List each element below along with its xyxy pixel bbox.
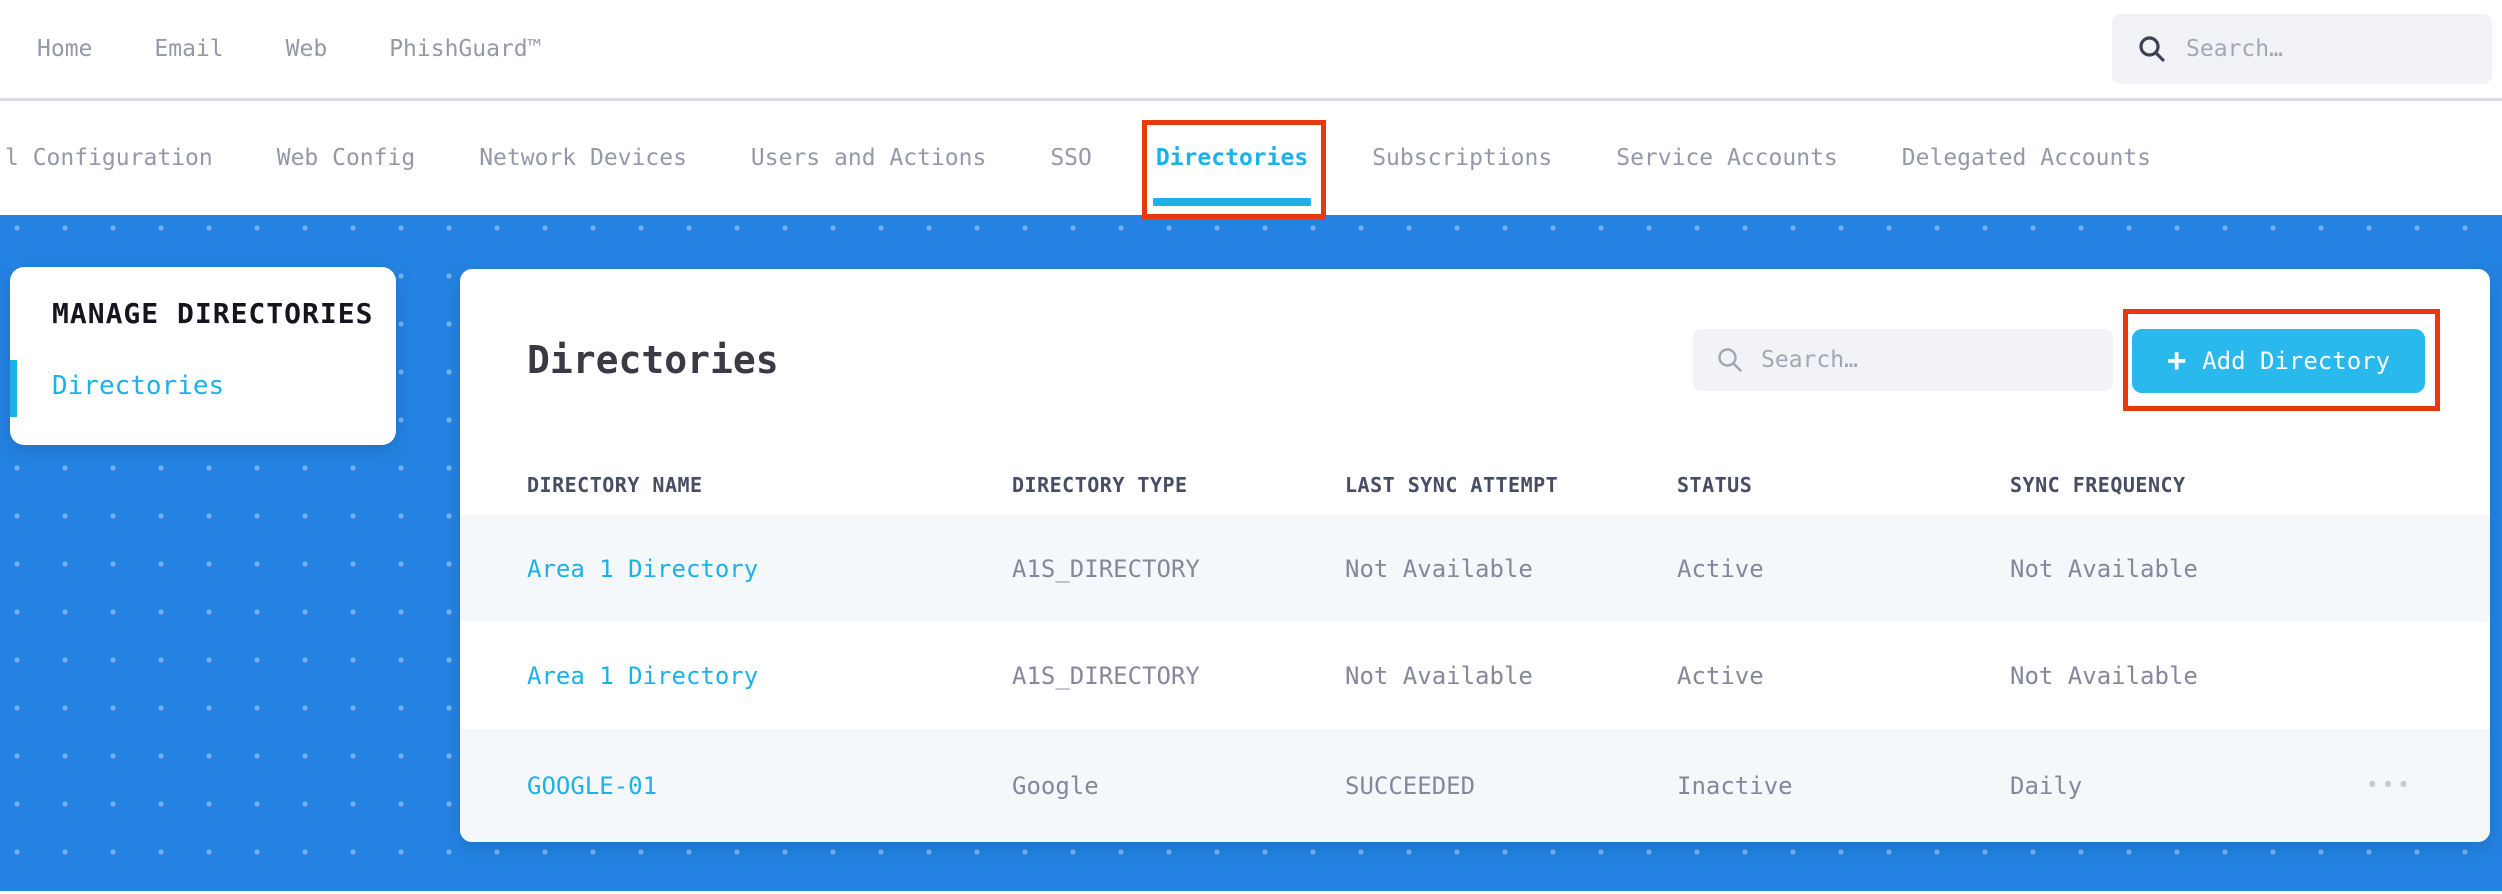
panel-header: Directories + Add Directory bbox=[460, 269, 2490, 411]
tab-subscriptions[interactable]: Subscriptions bbox=[1372, 101, 1552, 215]
table-header-row: DIRECTORY NAME DIRECTORY TYPE LAST SYNC … bbox=[460, 411, 2490, 515]
directories-search-box[interactable] bbox=[1693, 329, 2113, 391]
table-row: Area 1 Directory A1S_DIRECTORY Not Avail… bbox=[460, 622, 2490, 729]
tab-service-accounts[interactable]: Service Accounts bbox=[1616, 101, 1838, 215]
table-row: GOOGLE-01 Google SUCCEEDED Inactive Dail… bbox=[460, 729, 2490, 842]
last-sync-attempt-value: SUCCEEDED bbox=[1345, 771, 1476, 800]
sync-frequency-value: Daily bbox=[2010, 771, 2083, 800]
status-value: Inactive bbox=[1677, 771, 1793, 800]
annotation-box-add-directory: + Add Directory bbox=[2123, 309, 2440, 411]
tab-directories[interactable]: Directories bbox=[1141, 101, 1327, 219]
sync-frequency-value: Not Available bbox=[2010, 554, 2198, 583]
directory-type-value: Google bbox=[1012, 771, 1099, 800]
search-icon bbox=[2139, 36, 2165, 62]
directory-type-value: A1S_DIRECTORY bbox=[1012, 661, 1200, 690]
plus-icon: + bbox=[2166, 340, 2187, 379]
tab-delegated-accounts[interactable]: Delegated Accounts bbox=[1902, 101, 2151, 215]
column-header-last-sync-attempt: LAST SYNC ATTEMPT bbox=[1345, 473, 1559, 497]
last-sync-attempt-value: Not Available bbox=[1345, 661, 1533, 690]
last-sync-attempt-value: Not Available bbox=[1345, 554, 1533, 583]
settings-tab-bar: l Configuration Web Config Network Devic… bbox=[0, 101, 2502, 219]
sidebar-item-directories[interactable]: Directories bbox=[52, 371, 224, 401]
directory-type-value: A1S_DIRECTORY bbox=[1012, 554, 1200, 583]
directory-name-link[interactable]: Area 1 Directory bbox=[527, 555, 1012, 583]
column-header-directory-name: DIRECTORY NAME bbox=[527, 473, 703, 497]
global-search-box[interactable] bbox=[2112, 14, 2492, 84]
panel-title: Directories bbox=[527, 338, 779, 382]
manage-directories-title: MANAGE DIRECTORIES bbox=[52, 297, 374, 330]
add-directory-button-label: Add Directory bbox=[2202, 347, 2391, 375]
directory-name-link[interactable]: Area 1 Directory bbox=[527, 662, 1012, 690]
global-search-input[interactable] bbox=[2186, 36, 2468, 62]
app-window: Home Email Web PhishGuard™ l Configurati… bbox=[0, 0, 2502, 894]
search-icon bbox=[1718, 348, 1742, 372]
manage-directories-card: MANAGE DIRECTORIES Directories bbox=[10, 267, 396, 445]
nav-item-email[interactable]: Email bbox=[154, 36, 223, 62]
tab-sso[interactable]: SSO bbox=[1050, 101, 1092, 215]
column-header-status: STATUS bbox=[1677, 473, 1753, 497]
column-header-directory-type: DIRECTORY TYPE bbox=[1012, 473, 1188, 497]
column-header-sync-frequency: SYNC FREQUENCY bbox=[2010, 473, 2186, 497]
directories-panel: Directories + Add Directory D bbox=[460, 269, 2490, 842]
active-item-indicator bbox=[10, 360, 17, 417]
nav-item-phishguard[interactable]: PhishGuard™ bbox=[389, 36, 541, 62]
tab-email-configuration[interactable]: l Configuration bbox=[5, 101, 213, 215]
table-row: Area 1 Directory A1S_DIRECTORY Not Avail… bbox=[460, 515, 2490, 622]
directory-name-link[interactable]: GOOGLE-01 bbox=[527, 772, 1012, 800]
row-actions-menu-icon[interactable]: ••• bbox=[2360, 775, 2413, 796]
tab-users-and-actions[interactable]: Users and Actions bbox=[751, 101, 986, 215]
tab-network-devices[interactable]: Network Devices bbox=[479, 101, 687, 215]
add-directory-button[interactable]: + Add Directory bbox=[2132, 329, 2425, 393]
status-value: Active bbox=[1677, 661, 1764, 690]
directories-search-input[interactable] bbox=[1761, 347, 2091, 373]
tab-web-config[interactable]: Web Config bbox=[277, 101, 415, 215]
nav-item-home[interactable]: Home bbox=[37, 36, 92, 62]
top-navigation: Home Email Web PhishGuard™ bbox=[0, 0, 2502, 101]
active-tab-underline bbox=[1152, 198, 1312, 206]
workspace-background: MANAGE DIRECTORIES Directories Directori… bbox=[0, 215, 2502, 891]
nav-item-web[interactable]: Web bbox=[286, 36, 328, 62]
status-value: Active bbox=[1677, 554, 1764, 583]
tab-directories-label: Directories bbox=[1155, 145, 1309, 171]
sync-frequency-value: Not Available bbox=[2010, 661, 2198, 690]
